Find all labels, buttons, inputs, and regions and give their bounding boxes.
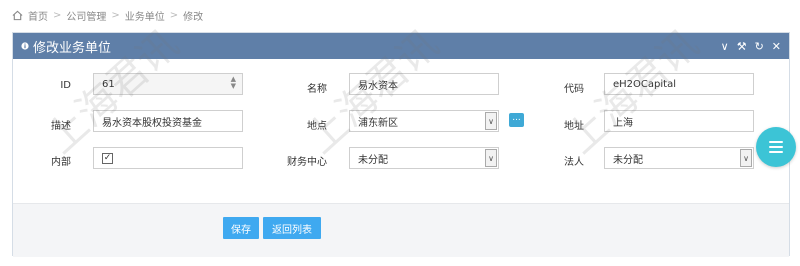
- menu-fab[interactable]: [756, 127, 796, 167]
- internal-checkbox[interactable]: ✓: [102, 152, 113, 164]
- legal-person-select[interactable]: 未分配 ∨: [604, 147, 754, 169]
- name-value: 易水资本: [358, 80, 398, 92]
- id-label: ID: [60, 80, 71, 91]
- form-actions: 保存 返回列表: [13, 203, 789, 257]
- description-value: 易水资本股权投资基金: [102, 117, 202, 129]
- code-label: 代码: [564, 84, 584, 95]
- panel-tools: ∨ ⚒ ↻ ✕: [721, 40, 781, 53]
- internal-label: 内部: [51, 157, 71, 168]
- breadcrumb-home[interactable]: 首页: [28, 8, 48, 23]
- collapse-icon[interactable]: ∨: [721, 40, 729, 53]
- address-field[interactable]: 上海: [604, 110, 754, 132]
- address-value: 上海: [613, 117, 633, 129]
- info-icon: [21, 42, 29, 50]
- id-value: 61: [102, 78, 115, 90]
- breadcrumb-company-management[interactable]: 公司管理: [66, 8, 106, 23]
- id-spinner[interactable]: ▲ ▼: [231, 76, 236, 90]
- refresh-icon[interactable]: ↻: [755, 40, 764, 53]
- breadcrumb-separator: >: [169, 9, 179, 21]
- location-picker-button[interactable]: ...: [509, 113, 524, 127]
- close-icon[interactable]: ✕: [772, 40, 781, 53]
- chevron-down-icon[interactable]: ∨: [485, 149, 497, 167]
- save-button[interactable]: 保存: [223, 217, 259, 239]
- wrench-icon[interactable]: ⚒: [737, 40, 747, 53]
- chevron-down-icon[interactable]: ∨: [740, 149, 752, 167]
- breadcrumb: 首页 > 公司管理 > 业务单位 > 修改: [12, 8, 204, 23]
- code-field[interactable]: eH2OCapital: [604, 73, 754, 95]
- location-select[interactable]: 浦东新区 ∨: [349, 110, 499, 132]
- form-body: ID 61 ▲ ▼ 名称 易水资本 代码 eH2OCapital 描述 易水资本股…: [13, 59, 789, 209]
- location-value: 浦东新区: [358, 117, 398, 129]
- panel-header: 修改业务单位 ∨ ⚒ ↻ ✕: [13, 33, 789, 59]
- description-field[interactable]: 易水资本股权投资基金: [93, 110, 243, 132]
- finance-center-label: 财务中心: [287, 157, 327, 168]
- edit-business-unit-panel: 修改业务单位 ∨ ⚒ ↻ ✕ ID 61 ▲ ▼ 名称 易水资本 代码 eH2OC…: [12, 32, 790, 257]
- name-label: 名称: [307, 84, 327, 95]
- breadcrumb-separator: >: [111, 9, 120, 21]
- address-label: 地址: [564, 121, 584, 132]
- breadcrumb-separator: >: [53, 9, 62, 21]
- location-label: 地点: [307, 121, 327, 132]
- internal-field: ✓: [93, 147, 243, 169]
- breadcrumb-business-unit[interactable]: 业务单位: [125, 8, 165, 23]
- finance-center-value: 未分配: [358, 154, 388, 166]
- name-field[interactable]: 易水资本: [349, 73, 499, 95]
- panel-title: 修改业务单位: [33, 40, 112, 56]
- home-icon[interactable]: [12, 10, 23, 21]
- breadcrumb-edit: 修改: [183, 11, 204, 23]
- description-label: 描述: [51, 121, 71, 132]
- back-to-list-button[interactable]: 返回列表: [263, 217, 321, 239]
- menu-icon: [769, 141, 783, 153]
- finance-center-select[interactable]: 未分配 ∨: [349, 147, 499, 169]
- legal-person-label: 法人: [564, 157, 584, 168]
- chevron-down-icon[interactable]: ∨: [485, 112, 497, 130]
- legal-person-value: 未分配: [613, 154, 643, 166]
- id-field[interactable]: 61 ▲ ▼: [93, 73, 243, 95]
- code-value: eH2OCapital: [613, 78, 676, 90]
